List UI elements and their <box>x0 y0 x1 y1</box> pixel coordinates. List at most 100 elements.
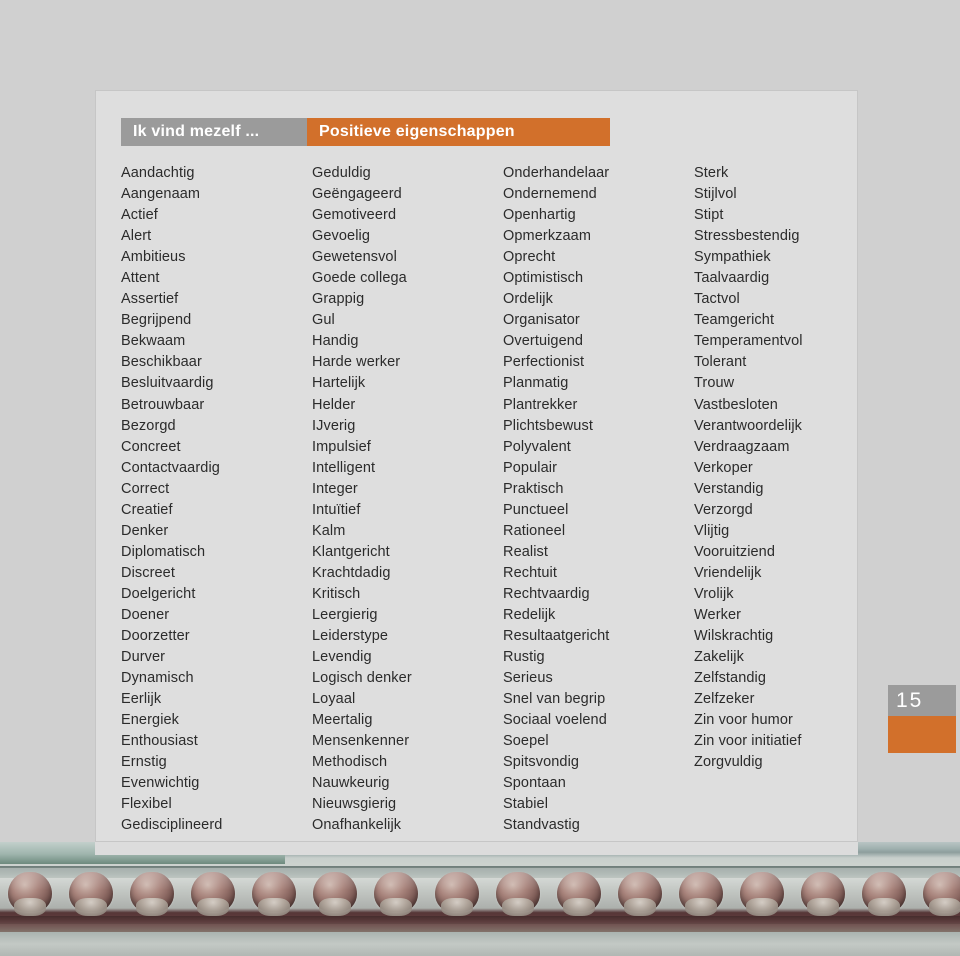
word-item: Temperamentvol <box>694 333 803 350</box>
word-item: Attent <box>121 270 160 287</box>
word-item: Logisch denker <box>312 670 412 687</box>
word-item: Geduldig <box>312 165 371 181</box>
word-item: Nauwkeurig <box>312 775 390 792</box>
word-item: Ondernemend <box>503 186 597 203</box>
word-column-3: Onderhandelaar Ondernemend Openhartig Opmer… <box>503 163 694 837</box>
footer-photo-strip <box>0 842 960 956</box>
word-item: Alert <box>121 228 152 245</box>
word-item: Bekwaam <box>121 333 186 350</box>
word-item: Grappig <box>312 291 365 308</box>
word-item: Durver <box>121 649 166 666</box>
word-item: Taalvaardig <box>694 270 770 287</box>
word-item: Werker <box>694 606 742 623</box>
word-item: Gewetensvol <box>312 249 397 266</box>
word-item: Meertalig <box>312 712 373 729</box>
word-item: Zelfstandig <box>694 670 767 687</box>
word-item: Ernstig <box>121 754 167 771</box>
word-item: Methodisch <box>312 754 388 771</box>
word-item: Correct <box>121 480 170 497</box>
word-item: Handig <box>312 333 359 350</box>
word-item: Klantgericht <box>312 543 390 560</box>
word-item: Sympathiek <box>694 249 771 266</box>
word-item: Sociaal voelend <box>503 712 607 729</box>
word-item: Gul <box>312 312 335 329</box>
word-item: Tolerant <box>694 354 747 371</box>
word-item: Realist <box>503 543 549 560</box>
word-item: Geëngageerd <box>312 186 402 203</box>
word-item: Aandachtig <box>121 165 195 181</box>
word-item: Plichtsbewust <box>503 417 593 434</box>
word-item: Tactvol <box>694 291 740 308</box>
word-item: Vriendelijk <box>694 564 762 581</box>
word-item: Rationeel <box>503 522 566 539</box>
word-item: Integer <box>312 480 358 497</box>
word-item: Overtuigend <box>503 333 584 350</box>
word-item: Stabiel <box>503 796 549 813</box>
word-item: Openhartig <box>503 207 576 224</box>
word-item: Ordelijk <box>503 291 553 308</box>
word-item: Vrolijk <box>694 585 734 602</box>
word-item: Organisator <box>503 312 580 329</box>
word-item: Plantrekker <box>503 396 578 413</box>
word-item: Onderhandelaar <box>503 165 610 181</box>
word-item: Punctueel <box>503 501 569 518</box>
photo-rail-bottom <box>0 916 960 932</box>
word-item: Bezorgd <box>121 417 176 434</box>
word-item: Contactvaardig <box>121 459 220 476</box>
word-item: Spontaan <box>503 775 566 792</box>
word-item: Stijlvol <box>694 186 737 203</box>
word-item: Besluitvaardig <box>121 375 214 392</box>
word-item: Rechtvaardig <box>503 585 590 602</box>
word-item: Optimistisch <box>503 270 584 287</box>
word-item: Doener <box>121 606 170 623</box>
word-item: Denker <box>121 522 169 539</box>
word-item: Hartelijk <box>312 375 366 392</box>
photo-panel-overlap <box>95 842 858 855</box>
word-item: Verkoper <box>694 459 753 476</box>
word-item: Praktisch <box>503 480 564 497</box>
word-column-2: Geduldig Geëngageerd Gemotiveerd Gevoelig Ge… <box>312 163 503 837</box>
photo-base <box>0 932 960 956</box>
word-item: Zin voor humor <box>694 712 793 729</box>
word-item: Nieuwsgierig <box>312 796 397 813</box>
word-item: Rustig <box>503 649 545 666</box>
word-item: Goede collega <box>312 270 407 287</box>
word-item: Evenwichtig <box>121 775 200 792</box>
word-item: Onafhankelijk <box>312 817 402 834</box>
word-item: Teamgericht <box>694 312 775 329</box>
word-column-4: Sterk Stijlvol Stipt Stressbestendig Sympath… <box>694 163 836 837</box>
word-item: Mensenkenner <box>312 733 410 750</box>
word-item: Zorgvuldig <box>694 754 763 771</box>
word-item: Verantwoordelijk <box>694 417 802 434</box>
word-item: Zelfzeker <box>694 691 755 708</box>
page-background: Ik vind mezelf ... Positieve eigenschapp… <box>0 0 960 956</box>
word-item: Intelligent <box>312 459 376 476</box>
word-item: Serieus <box>503 670 553 687</box>
word-item: Aangenaam <box>121 186 201 203</box>
header-left-chip: Ik vind mezelf ... <box>121 118 307 146</box>
word-item: Opmerkzaam <box>503 228 592 245</box>
word-item: Doelgericht <box>121 585 196 602</box>
word-item: Concreet <box>121 438 181 455</box>
word-item: Polyvalent <box>503 438 571 455</box>
word-item: Leergierig <box>312 606 378 623</box>
word-item: Loyaal <box>312 691 356 708</box>
word-columns: Aandachtig Aangenaam Actief Alert Ambitieus A… <box>121 163 836 837</box>
word-item: Helder <box>312 396 356 413</box>
word-item: Oprecht <box>503 249 556 266</box>
word-item: Harde werker <box>312 354 401 371</box>
page-badge-accent-block <box>888 716 956 753</box>
word-item: Discreet <box>121 564 175 581</box>
word-item: Creatief <box>121 501 173 518</box>
content-panel: Ik vind mezelf ... Positieve eigenschapp… <box>95 90 858 842</box>
word-item: Enthousiast <box>121 733 198 750</box>
word-item: Snel van begrip <box>503 691 606 708</box>
word-item: Soepel <box>503 733 549 750</box>
word-item: Kritisch <box>312 585 361 602</box>
word-item: Ambitieus <box>121 249 186 266</box>
word-item: Leiderstype <box>312 628 389 645</box>
word-item: Zakelijk <box>694 649 744 666</box>
word-column-1: Aandachtig Aangenaam Actief Alert Ambitieus A… <box>121 163 312 837</box>
word-item: Redelijk <box>503 606 556 623</box>
word-item: Standvastig <box>503 817 580 834</box>
